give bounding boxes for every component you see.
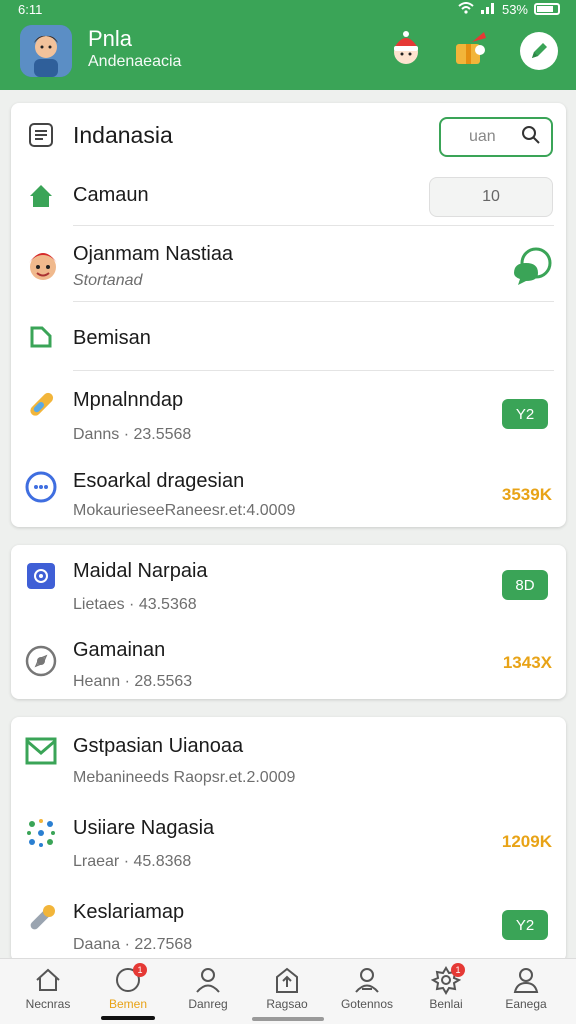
notification-badge: 1 [133, 963, 147, 977]
card-tertiary: Gstpasian Uianoaa Mebanineeds Raopsr.et.… [11, 717, 566, 962]
section-row[interactable]: Bemisan [11, 303, 566, 371]
item-title: Maidal Narpaia [73, 560, 208, 582]
item-title: Gamainan [73, 639, 166, 661]
notification-badge: 1 [451, 963, 465, 977]
card-title: Indanasia [73, 122, 173, 148]
item-subtitle: Heann · 28.5563 [73, 673, 193, 690]
app-logo[interactable] [20, 25, 72, 77]
battery-icon [534, 3, 560, 15]
chat-bubbles-icon[interactable] [510, 245, 552, 287]
list-item[interactable]: Gstpasian Uianoaa Mebanineeds Raopsr.et.… [11, 717, 566, 797]
home-label: Camaun [73, 184, 149, 206]
nav-item-upload[interactable]: Ragsao [246, 959, 328, 1024]
list-item[interactable]: Gamainan Heann · 28.5563 1343X [11, 625, 566, 699]
user-row[interactable]: Ojanmam Nastiaa Stortanad [11, 227, 566, 303]
nav-item-group[interactable]: Gotennos [326, 959, 408, 1024]
user-subtitle: Stortanad [73, 272, 143, 289]
santa-icon[interactable] [386, 28, 426, 68]
user-name: Ojanmam Nastiaa [73, 243, 234, 265]
list-item[interactable]: Mpnalnndap Danns · 23.5568 Y2 [11, 373, 566, 453]
item-amount: 1343X [502, 653, 552, 672]
item-title: Usiiare Nagasia [73, 817, 215, 839]
item-title: Esoarkal dragesian [73, 470, 245, 492]
compass-icon [23, 643, 59, 679]
search-icon[interactable] [521, 125, 541, 150]
item-badge[interactable]: 8D [502, 570, 548, 600]
item-subtitle: Danns · 23.5568 [73, 426, 192, 443]
list-item[interactable]: Esoarkal dragesian MokaurieseeRaneesr.et… [11, 455, 566, 527]
nav-label: Eanega [505, 997, 547, 1011]
card-secondary: Maidal Narpaia Lietaes · 43.5368 8D Gama… [11, 545, 566, 699]
divider [73, 301, 554, 302]
list-item[interactable]: Usiiare Nagasia Lraear · 45.8368 1209K [11, 799, 566, 879]
gift-icon[interactable] [450, 28, 490, 68]
nav-item-settings[interactable]: 1 Benlai [405, 959, 487, 1024]
section-label: Bemisan [73, 327, 151, 349]
paperclip-icon [23, 387, 59, 423]
home-icon [23, 178, 59, 214]
app-title: Pnla [88, 26, 133, 51]
person-icon [193, 965, 223, 995]
profile-icon [511, 965, 541, 995]
mail-icon [23, 733, 59, 769]
nav-item-person[interactable]: Danreg [167, 959, 249, 1024]
status-bar: 6:11 53% [0, 0, 576, 18]
nav-label: Benlai [429, 997, 463, 1011]
nav-item-chat[interactable]: 1 Bemen [87, 959, 169, 1024]
item-subtitle: Lietaes · 43.5368 [73, 596, 197, 613]
edit-button[interactable] [520, 32, 558, 70]
document-icon [23, 117, 59, 153]
home-count-field[interactable]: 10 [429, 177, 553, 217]
pencil-icon [532, 43, 547, 58]
wifi-icon [458, 1, 474, 17]
divider [73, 225, 554, 226]
home-icon [33, 965, 63, 995]
nav-label: Gotennos [340, 997, 394, 1011]
puzzle-icon [23, 557, 59, 593]
search-input[interactable]: uan [439, 117, 553, 157]
upload-icon [272, 965, 302, 995]
group-icon [352, 965, 382, 995]
item-amount: 1209K [501, 832, 552, 851]
nav-label: Ragsao [266, 997, 308, 1011]
active-tab-indicator [101, 1016, 155, 1020]
nav-label: Danreg [188, 997, 228, 1011]
divider [73, 370, 554, 371]
search-placeholder: uan [469, 128, 496, 145]
item-subtitle: Mebanineeds Raopsr.et.2.0009 [73, 769, 296, 786]
item-title: Mpnalnndap [73, 389, 184, 411]
bottom-nav: Necnras 1 Bemen Danreg Ragsao Gotennos 1… [0, 958, 576, 1024]
nav-item-home[interactable]: Necnras [7, 959, 89, 1024]
sparkle-icon [23, 815, 59, 851]
battery-percent: 53% [501, 1, 528, 17]
item-badge[interactable]: Y2 [502, 399, 548, 429]
card-main: Indanasia uan Camaun 10 Ojanmam Nastiaa … [11, 103, 566, 527]
message-circle-icon [23, 469, 59, 505]
nav-label: Bemen [108, 997, 148, 1011]
item-subtitle: Lraear · 45.8368 [73, 853, 192, 870]
item-amount: 3539K [501, 485, 552, 504]
list-item[interactable]: Keslariamap Daana · 22.7568 Y2 [11, 881, 566, 959]
item-badge[interactable]: Y2 [502, 910, 548, 940]
list-item[interactable]: Maidal Narpaia Lietaes · 43.5368 8D [11, 545, 566, 623]
home-indicator[interactable] [252, 1017, 324, 1021]
item-title: Gstpasian Uianoaa [73, 735, 244, 757]
signal-icon [480, 2, 496, 17]
chat-icon: 1 [113, 963, 147, 995]
nav-item-profile[interactable]: Eanega [485, 959, 567, 1024]
avatar [23, 243, 63, 283]
item-subtitle: Daana · 22.7568 [73, 936, 193, 953]
app-subtitle: Andenaeacia [88, 53, 182, 70]
bookmark-icon [23, 319, 59, 355]
nav-label: Necnras [25, 997, 71, 1011]
card-header: Indanasia uan [11, 103, 566, 167]
settings-icon: 1 [430, 963, 465, 995]
item-title: Keslariamap [73, 901, 185, 923]
status-time: 6:11 [18, 1, 43, 17]
item-subtitle: MokaurieseeRaneesr.et:4.0009 [73, 502, 296, 519]
wrench-icon [23, 901, 59, 937]
app-bar: Pnla Andenaeacia [0, 18, 576, 90]
